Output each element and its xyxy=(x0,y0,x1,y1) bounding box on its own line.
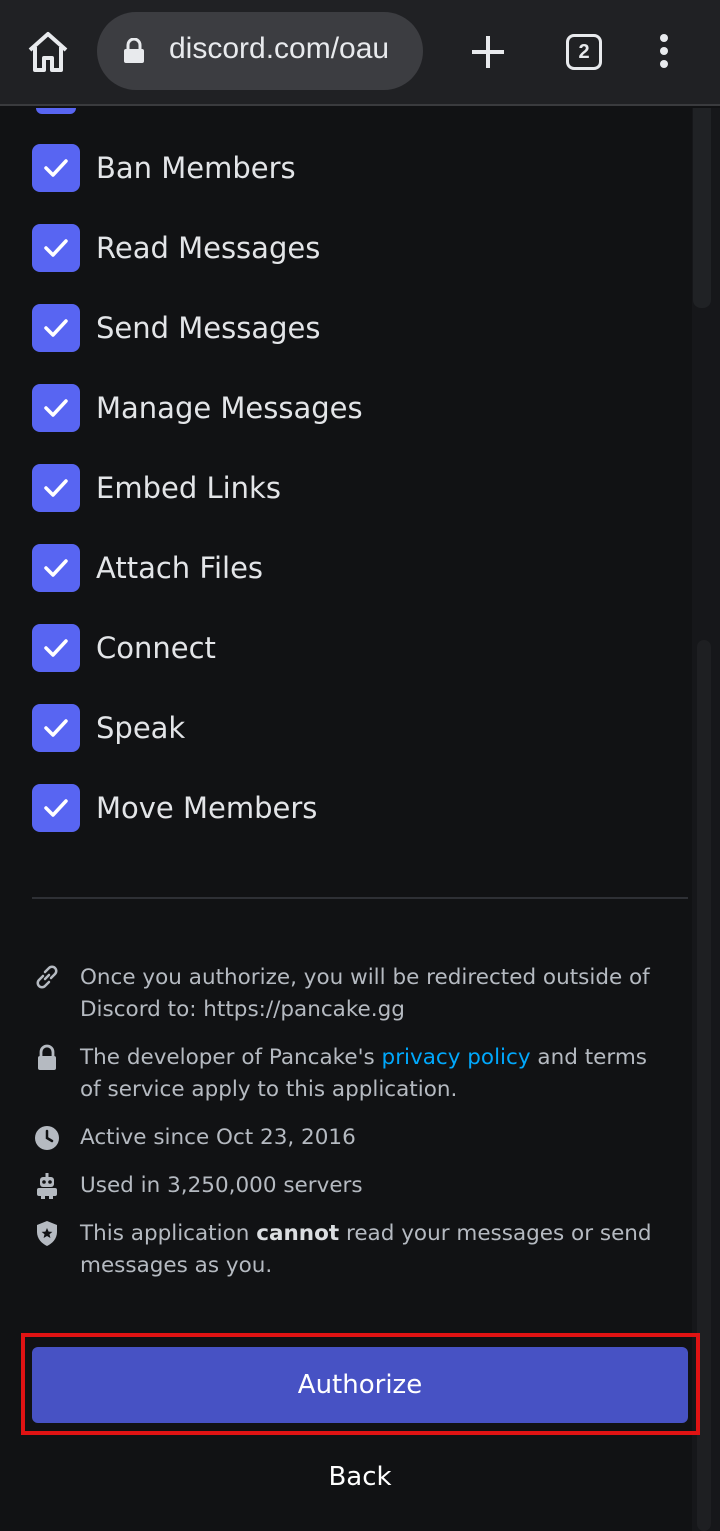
scrollbar-region xyxy=(693,108,711,308)
permission-item[interactable]: Send Messages xyxy=(32,303,320,353)
permission-item[interactable]: Manage Messages xyxy=(32,383,363,433)
permission-label: Move Members xyxy=(96,791,318,825)
redirect-info: Once you authorize, you will be redirect… xyxy=(32,962,672,1026)
check-icon xyxy=(44,559,68,577)
url-text: discord.com/oau xyxy=(169,32,390,65)
clock-icon xyxy=(32,1122,62,1152)
privacy-text: The developer of Pancake's privacy polic… xyxy=(80,1045,647,1102)
divider xyxy=(32,897,688,899)
permission-item[interactable]: Ban Members xyxy=(32,143,296,193)
permission-item[interactable]: Move Members xyxy=(32,783,317,833)
check-icon xyxy=(44,799,68,817)
redirect-text: Once you authorize, you will be redirect… xyxy=(80,965,650,1022)
checkbox-checked[interactable] xyxy=(32,464,80,512)
servers-text: Used in 3,250,000 servers xyxy=(80,1173,363,1198)
check-icon xyxy=(44,319,68,337)
more-menu-icon[interactable] xyxy=(654,34,674,72)
check-icon xyxy=(44,239,68,257)
checkbox-checked[interactable] xyxy=(32,544,80,592)
permission-label: Read Messages xyxy=(96,231,321,265)
privacy-policy-link[interactable]: privacy policy xyxy=(382,1045,531,1070)
browser-toolbar: discord.com/oau 2 xyxy=(0,0,720,106)
permission-item[interactable]: Connect xyxy=(32,623,216,673)
authorize-button[interactable]: Authorize xyxy=(32,1347,688,1423)
lock-icon xyxy=(123,37,145,64)
permission-label: Send Messages xyxy=(96,311,321,345)
checkbox-checked[interactable] xyxy=(32,304,80,352)
address-bar[interactable]: discord.com/oau xyxy=(97,12,423,90)
new-tab-icon[interactable] xyxy=(466,30,510,74)
check-icon xyxy=(44,479,68,497)
check-icon xyxy=(44,399,68,417)
permission-label: Embed Links xyxy=(96,471,281,505)
permission-item[interactable]: Speak xyxy=(32,703,185,753)
tab-switcher-button[interactable]: 2 xyxy=(566,34,602,70)
robot-icon xyxy=(32,1170,62,1200)
home-icon[interactable] xyxy=(24,28,72,76)
messages-info: This application cannot read your messag… xyxy=(32,1218,672,1282)
servers-info: Used in 3,250,000 servers xyxy=(32,1170,672,1202)
checkbox-checked[interactable] xyxy=(32,624,80,672)
permission-item[interactable]: Read Messages xyxy=(32,223,320,273)
messages-text: This application cannot read your messag… xyxy=(80,1221,652,1278)
shield-icon xyxy=(32,1218,62,1248)
checkbox-partial xyxy=(36,108,76,114)
privacy-info: The developer of Pancake's privacy polic… xyxy=(32,1042,672,1106)
link-icon xyxy=(32,962,62,992)
back-button[interactable]: Back xyxy=(300,1455,420,1499)
active-since-text: Active since Oct 23, 2016 xyxy=(80,1125,356,1150)
check-icon xyxy=(44,639,68,657)
permission-item[interactable]: Attach Files xyxy=(32,543,263,593)
active-since-info: Active since Oct 23, 2016 xyxy=(32,1122,672,1154)
permission-label: Connect xyxy=(96,631,216,665)
checkbox-checked[interactable] xyxy=(32,144,80,192)
lock-icon xyxy=(32,1042,62,1072)
checkbox-checked[interactable] xyxy=(32,384,80,432)
checkbox-checked[interactable] xyxy=(32,784,80,832)
check-icon xyxy=(44,719,68,737)
permission-label: Ban Members xyxy=(96,151,296,185)
permission-item[interactable]: Embed Links xyxy=(32,463,281,513)
permission-label: Speak xyxy=(96,711,186,745)
permission-label: Manage Messages xyxy=(96,391,363,425)
checkbox-checked[interactable] xyxy=(32,704,80,752)
permission-label: Attach Files xyxy=(96,551,264,585)
checkbox-checked[interactable] xyxy=(32,224,80,272)
check-icon xyxy=(44,159,68,177)
